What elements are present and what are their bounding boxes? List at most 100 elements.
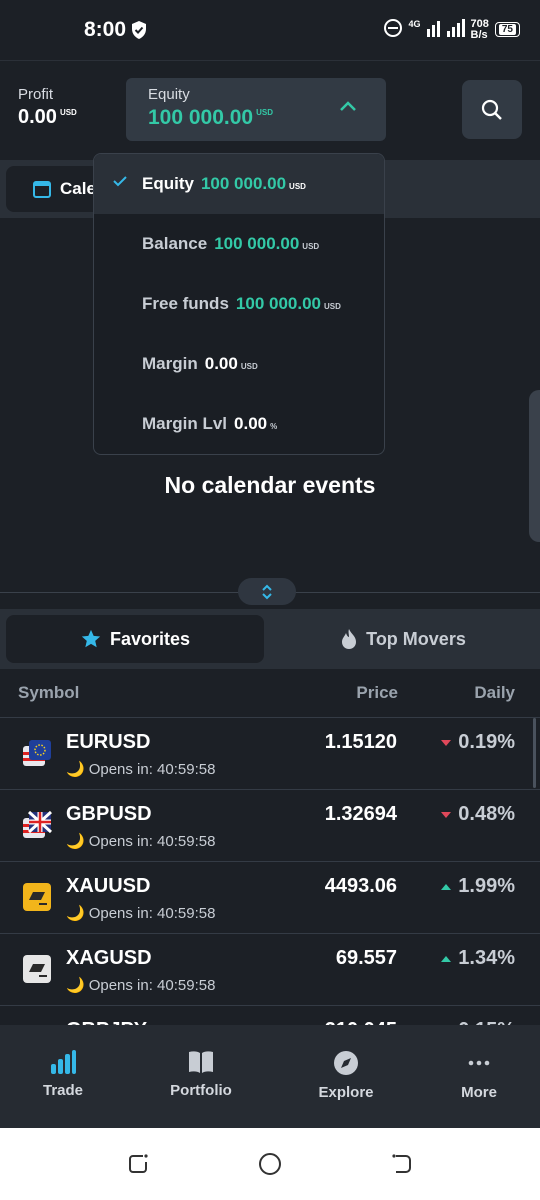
row-opens-text: Opens in: 40:59:58 <box>88 832 216 850</box>
home-icon[interactable] <box>258 1152 282 1181</box>
dropdown-item-balance[interactable]: Balance 100 000.00 USD <box>94 214 384 274</box>
chevron-up-icon[interactable] <box>338 99 358 117</box>
dropdown-item-value: 0.00 <box>234 414 268 433</box>
row-daily-value: 1.99% <box>458 875 515 897</box>
tab-top-movers-label: Top Movers <box>366 628 466 649</box>
up-triangle-icon <box>441 883 452 890</box>
equity-currency: USD <box>256 108 273 117</box>
eu-us-flag-icon <box>22 738 52 768</box>
equity-label: Equity <box>148 86 190 103</box>
flame-icon <box>342 629 357 649</box>
row-daily-value: 1.34% <box>458 947 515 969</box>
signal-icon <box>426 19 465 40</box>
row-symbol: GBPUSD <box>66 803 152 825</box>
dropdown-item-label: Margin Lvl <box>142 414 228 433</box>
search-button[interactable] <box>462 80 522 139</box>
nav-more-label: More <box>461 1084 497 1101</box>
silver-bar-icon <box>22 954 52 984</box>
chart-bars-icon <box>51 1050 76 1074</box>
resize-handle[interactable] <box>238 578 296 605</box>
row-opens-text: Opens in: 40:59:58 <box>88 760 216 778</box>
account-metrics-dropdown: Equity 100 000.00 USD Balance 100 000.00… <box>93 153 385 455</box>
row-daily: 1.34% <box>440 947 515 970</box>
empty-calendar-message: No calendar events <box>164 472 376 498</box>
uk-us-flag-icon <box>22 810 53 840</box>
column-header-symbol[interactable]: Symbol <box>18 683 79 703</box>
row-daily-value: 0.19% <box>458 731 515 753</box>
column-header-daily[interactable]: Daily <box>474 683 515 703</box>
dropdown-item-unit: USD <box>324 301 341 311</box>
row-price: 1.15120 <box>324 731 397 753</box>
dropdown-item-unit: % <box>270 421 278 431</box>
up-triangle-icon <box>441 955 452 962</box>
row-opens: 🌙 Opens in: 40:59:58 <box>66 904 216 923</box>
dropdown-item-value: 100 000.00 <box>200 174 287 193</box>
tab-favorites-label: Favorites <box>109 628 191 649</box>
status-indicators: 4G 708 B/s 75 <box>383 17 520 41</box>
network-speed-unit: B/s <box>470 28 488 41</box>
more-dots-icon <box>468 1060 490 1066</box>
moon-icon: 🌙 <box>66 761 85 778</box>
nav-explore[interactable]: Explore <box>291 1050 401 1101</box>
battery-icon: 75 <box>494 22 520 37</box>
tab-top-movers[interactable]: Top Movers <box>272 615 534 663</box>
row-opens: 🌙 Opens in: 40:59:58 <box>66 760 216 779</box>
down-triangle-icon <box>441 811 452 818</box>
dropdown-item-margin-level[interactable]: Margin Lvl 0.00 % <box>94 394 384 454</box>
row-symbol: EURUSD <box>66 731 151 753</box>
profit-amount: 0.00 <box>18 106 57 128</box>
row-opens-text: Opens in: 40:59:58 <box>88 904 216 922</box>
gold-bar-icon <box>22 882 52 912</box>
row-price: 4493.06 <box>324 875 397 897</box>
dropdown-item-value: 0.00 <box>204 354 238 373</box>
dnd-icon <box>383 18 403 41</box>
equity-value: 100 000.00 USD <box>148 106 273 130</box>
row-daily: 0.19% <box>440 731 515 754</box>
row-daily-value: 0.48% <box>458 803 515 825</box>
calendar-icon <box>32 179 52 204</box>
row-price: 69.557 <box>335 947 397 969</box>
list-scrollbar[interactable] <box>533 718 536 788</box>
dropdown-item-unit: USD <box>240 361 258 371</box>
moon-icon: 🌙 <box>66 977 85 994</box>
row-opens: 🌙 Opens in: 40:59:58 <box>66 832 216 851</box>
row-daily: 1.99% <box>440 875 515 898</box>
down-triangle-icon <box>441 739 452 746</box>
moon-icon: 🌙 <box>66 905 85 922</box>
dropdown-item-unit: USD <box>289 181 306 191</box>
profit-value: 0.00 USD <box>18 106 77 129</box>
row-opens: 🌙 Opens in: 40:59:58 <box>66 976 216 995</box>
nav-portfolio-label: Portfolio <box>170 1082 232 1099</box>
dropdown-item-margin[interactable]: Margin 0.00 USD <box>94 334 384 394</box>
nav-portfolio[interactable]: Portfolio <box>146 1050 256 1099</box>
back-icon[interactable] <box>390 1152 414 1181</box>
row-symbol: XAGUSD <box>66 947 152 969</box>
profit-label: Profit <box>18 86 54 103</box>
row-daily: 0.48% <box>440 803 515 826</box>
nav-more[interactable]: More <box>424 1050 534 1101</box>
row-opens-text: Opens in: 40:59:58 <box>88 976 216 994</box>
dropdown-item-free-funds[interactable]: Free funds 100 000.00 USD <box>94 274 384 334</box>
dropdown-item-label: Equity <box>142 174 194 193</box>
search-icon <box>481 99 502 120</box>
status-time: 8:00 <box>84 18 127 41</box>
profit-currency: USD <box>59 108 77 117</box>
column-header-price[interactable]: Price <box>356 683 398 703</box>
nav-trade[interactable]: Trade <box>8 1050 118 1099</box>
dropdown-item-equity[interactable]: Equity 100 000.00 USD <box>94 154 384 214</box>
dropdown-item-value: 100 000.00 <box>214 234 300 253</box>
check-icon <box>113 176 127 187</box>
star-icon <box>81 629 101 648</box>
network-speed-value: 708 <box>470 17 489 30</box>
shield-icon <box>130 20 148 45</box>
app-root: 8:00 4G 708 B/s 75 Profit 0.00 USD Equity… <box>0 0 540 1200</box>
tab-favorites[interactable]: Favorites <box>6 615 264 663</box>
dropdown-item-label: Free funds <box>142 294 229 313</box>
network-label: 4G <box>408 18 421 29</box>
side-panel-handle[interactable] <box>529 390 540 542</box>
tab-calendar-label: Cale <box>60 179 96 198</box>
moon-icon: 🌙 <box>66 833 85 850</box>
dropdown-item-label: Balance <box>142 234 208 253</box>
battery-level: 75 <box>498 24 516 35</box>
recent-apps-icon[interactable] <box>126 1152 150 1181</box>
